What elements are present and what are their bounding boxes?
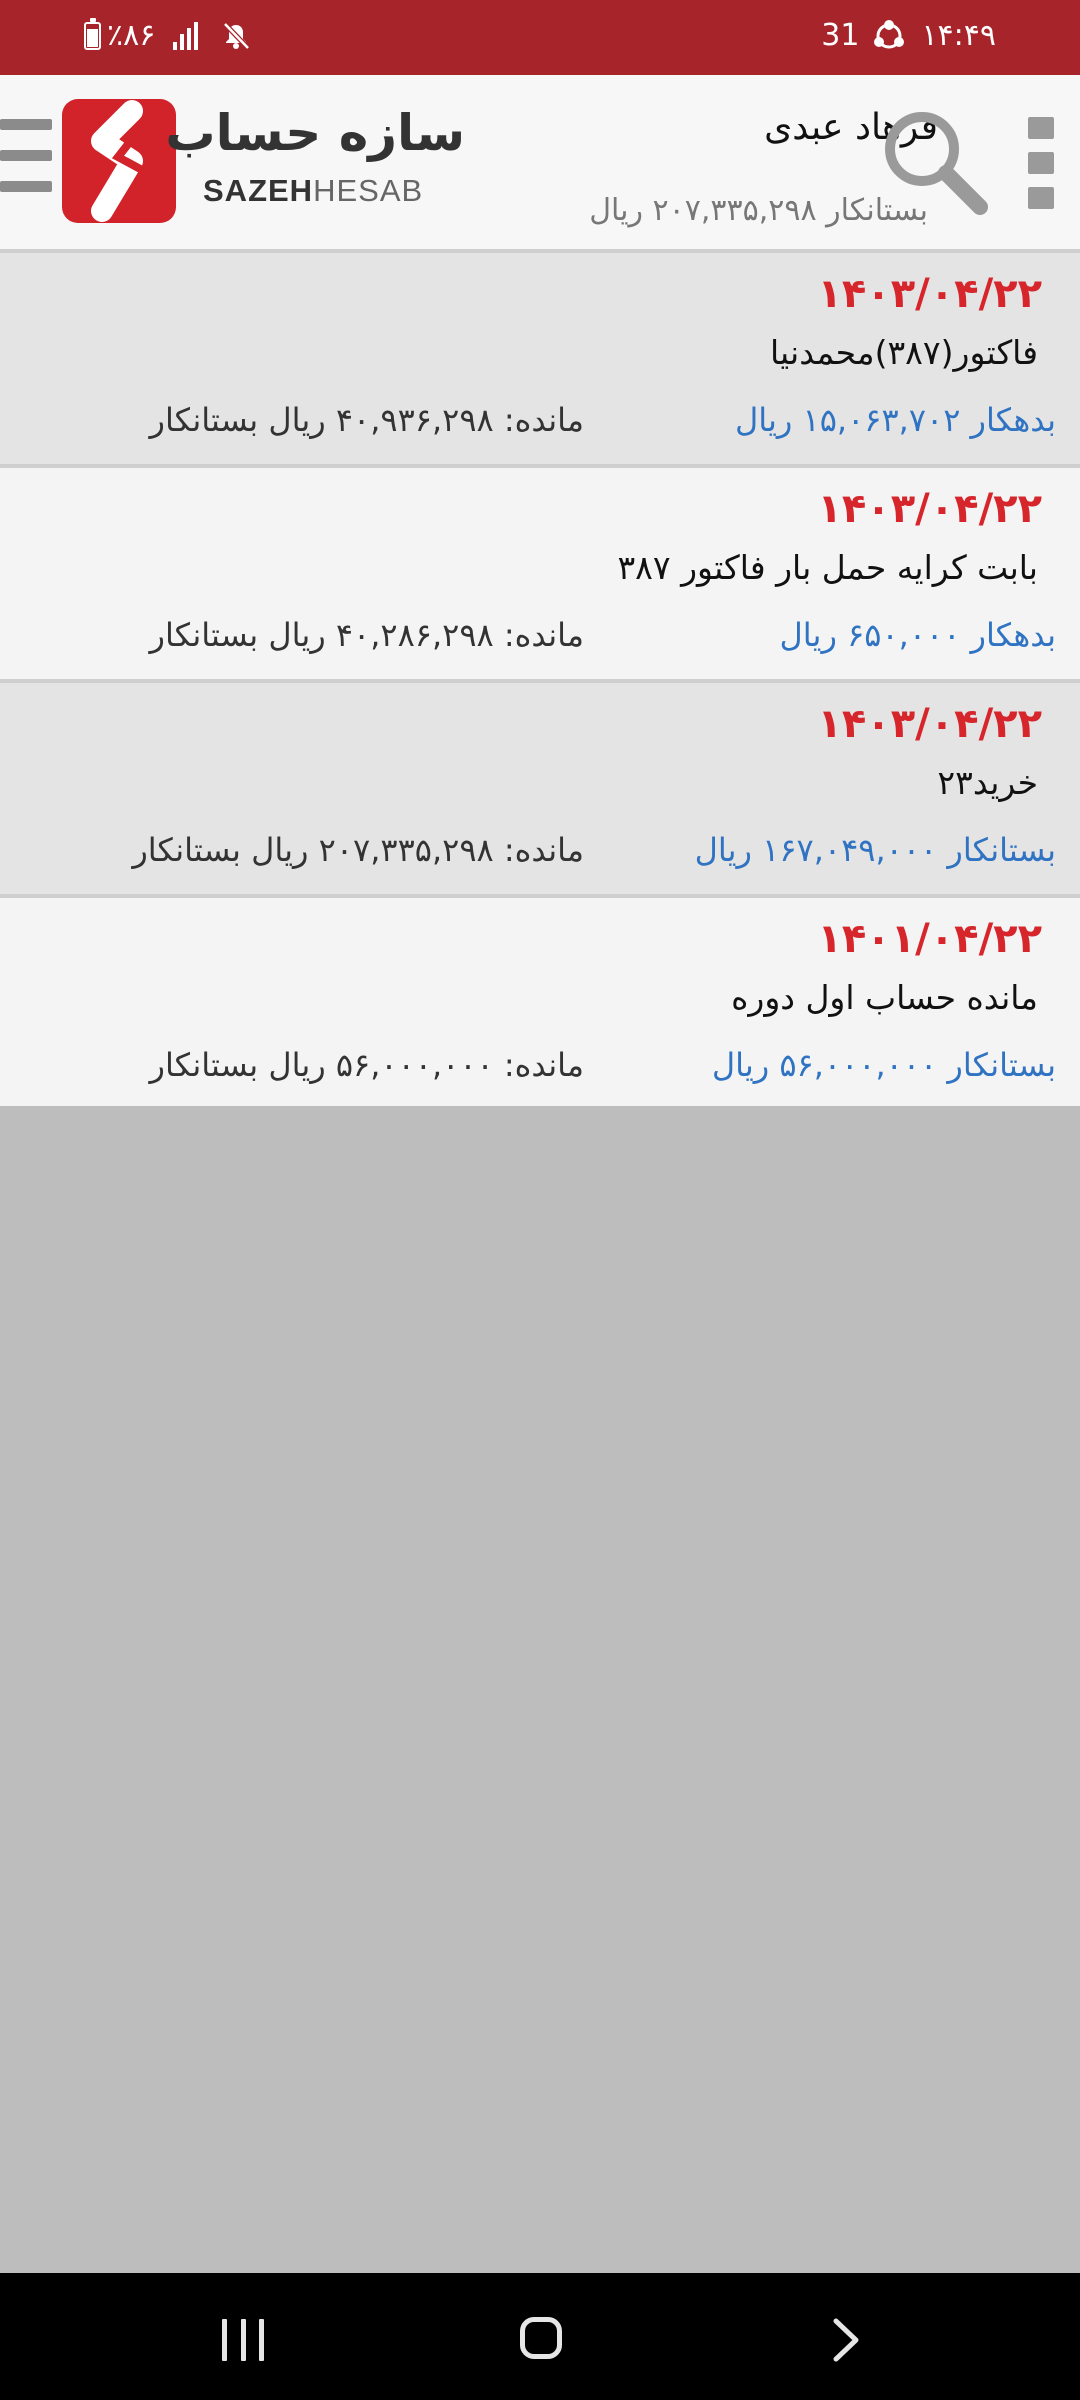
transaction-amount: بستانکار ۱۶۷,۰۴۹,۰۰۰ ریال — [694, 831, 1056, 869]
date-badge: 31 — [821, 18, 860, 53]
transaction-description: مانده حساب اول دوره — [731, 978, 1038, 1017]
home-icon[interactable] — [520, 2317, 562, 2359]
transaction-date: ۱۴۰۱/۰۴/۲۲ — [817, 916, 1042, 962]
transaction-date: ۱۴۰۳/۰۴/۲۲ — [817, 701, 1042, 747]
logo-text-en-bold: SAZEH — [203, 173, 314, 208]
transaction-amount: بدهکار ۱۵,۰۶۳,۷۰۲ ریال — [735, 401, 1056, 439]
transaction-amount: بستانکار ۵۶,۰۰۰,۰۰۰ ریال — [711, 1046, 1056, 1084]
transaction-remain: مانده: ۴۰,۲۸۶,۲۹۸ ریال بستانکار — [149, 616, 585, 654]
battery-icon — [84, 17, 101, 50]
navigation-bar — [0, 2273, 1080, 2400]
logo-icon — [62, 99, 176, 223]
mute-icon — [223, 21, 251, 50]
more-icon[interactable] — [1028, 117, 1054, 209]
transaction-remain: مانده: ۵۶,۰۰۰,۰۰۰ ریال بستانکار — [149, 1046, 585, 1084]
transaction-date: ۱۴۰۳/۰۴/۲۲ — [817, 486, 1042, 532]
back-icon[interactable] — [826, 2317, 866, 2363]
status-right: 31 ۱۴:۴۹ — [821, 18, 996, 53]
logo-text-en-light: HESAB — [313, 173, 424, 208]
transaction-remain: مانده: ۴۰,۹۳۶,۲۹۸ ریال بستانکار — [149, 401, 585, 439]
transaction-description: بابت کرایه حمل بار فاکتور ۳۸۷ — [617, 548, 1038, 587]
signal-icon — [173, 21, 201, 50]
status-left: ٪۸۶ — [84, 17, 251, 53]
menu-icon[interactable] — [0, 119, 52, 205]
transaction-date: ۱۴۰۳/۰۴/۲۲ — [817, 271, 1042, 317]
battery-level: ٪۸۶ — [107, 18, 156, 53]
logo-text-en: SAZEHHESAB — [203, 173, 423, 209]
transaction-list: ۱۴۰۳/۰۴/۲۲ فاکتور(۳۸۷)محمدنیا بدهکار ۱۵,… — [0, 253, 1080, 1106]
clock: ۱۴:۴۹ — [921, 18, 996, 53]
logo-text-fa: سازه حساب — [165, 104, 465, 162]
transaction-remain: مانده: ۲۰۷,۳۳۵,۲۹۸ ریال بستانکار — [132, 831, 584, 869]
transaction-description: خرید۲۳ — [937, 763, 1038, 802]
list-item[interactable]: ۱۴۰۳/۰۴/۲۲ خرید۲۳ بستانکار ۱۶۷,۰۴۹,۰۰۰ ر… — [0, 683, 1080, 898]
transaction-description: فاکتور(۳۸۷)محمدنیا — [770, 333, 1038, 372]
search-icon[interactable] — [876, 103, 992, 219]
recent-apps-icon[interactable] — [222, 2319, 264, 2361]
sync-icon — [874, 19, 905, 48]
list-item[interactable]: ۱۴۰۳/۰۴/۲۲ فاکتور(۳۸۷)محمدنیا بدهکار ۱۵,… — [0, 253, 1080, 468]
app-header: سازه حساب SAZEHHESAB فرهاد عبدی بستانکار… — [0, 75, 1080, 253]
status-bar: ٪۸۶ 31 ۱۴:۴۹ — [0, 0, 1080, 75]
transaction-amount: بدهکار ۶۵۰,۰۰۰ ریال — [779, 616, 1056, 654]
list-item[interactable]: ۱۴۰۳/۰۴/۲۲ بابت کرایه حمل بار فاکتور ۳۸۷… — [0, 468, 1080, 683]
list-item[interactable]: ۱۴۰۱/۰۴/۲۲ مانده حساب اول دوره بستانکار … — [0, 898, 1080, 1106]
